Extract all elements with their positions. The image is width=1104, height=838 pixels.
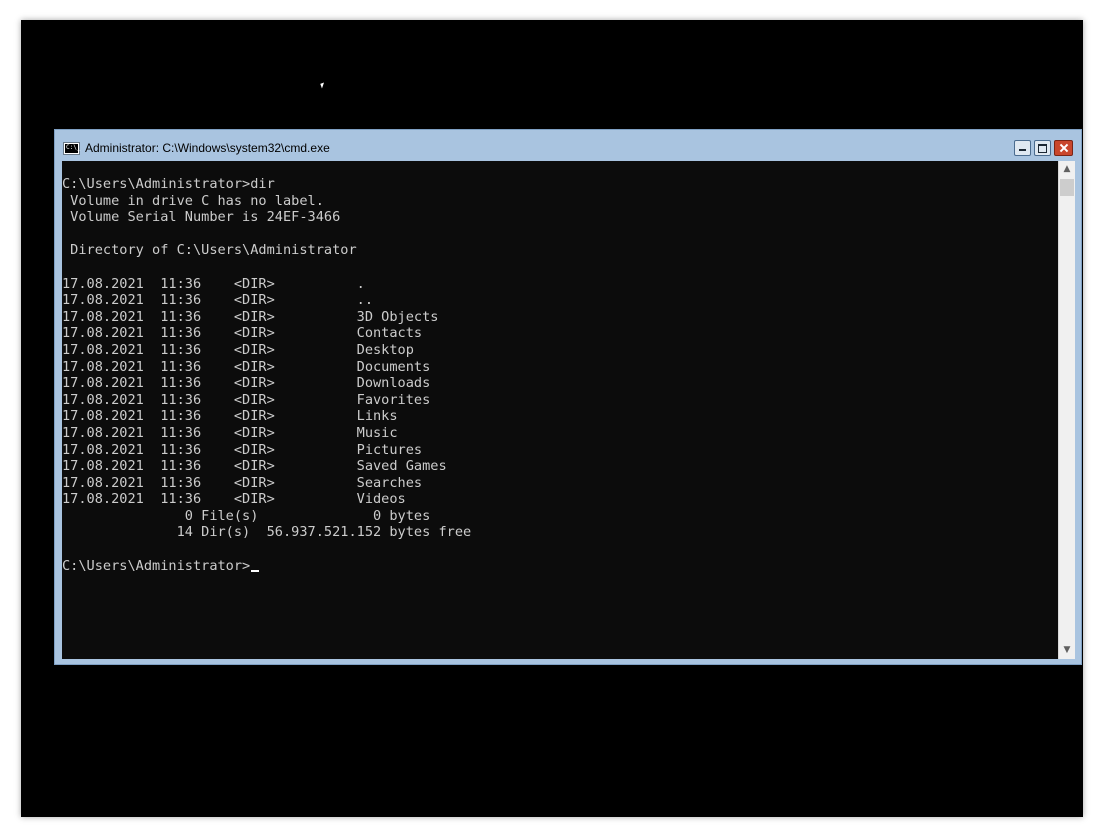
console-line: 17.08.2021 11:36 <DIR> Favorites <box>62 391 431 408</box>
console-line: 17.08.2021 11:36 <DIR> Videos <box>62 491 406 508</box>
window-title: Administrator: C:\Windows\system32\cmd.e… <box>85 141 330 155</box>
scroll-up-button[interactable]: ▲ <box>1059 161 1075 178</box>
scroll-thumb[interactable] <box>1060 179 1074 196</box>
console-line: C:\Users\Administrator>dir <box>62 176 275 192</box>
maximize-button[interactable] <box>1034 140 1051 156</box>
console-line: 17.08.2021 11:36 <DIR> Links <box>62 408 398 425</box>
console-line: Directory of C:\Users\Administrator <box>70 242 357 259</box>
console-line: 17.08.2021 11:36 <DIR> Searches <box>62 474 423 491</box>
text-caret <box>251 569 260 572</box>
console-line: Volume in drive C has no label. <box>70 192 324 209</box>
console-line: 0 File(s) 0 bytes <box>184 507 431 524</box>
command-prompt: C:\Users\Administrator> <box>62 557 251 574</box>
console-line: 17.08.2021 11:36 <DIR> 3D Objects <box>62 308 439 325</box>
console-line: 17.08.2021 11:36 <DIR> Desktop <box>62 341 414 358</box>
title-bar[interactable]: Administrator: C:\Windows\system32\cmd.e… <box>55 130 1081 161</box>
close-button[interactable] <box>1054 140 1073 156</box>
console-line: 17.08.2021 11:36 <DIR> . <box>62 275 365 292</box>
console-line: 17.08.2021 11:36 <DIR> Pictures <box>62 441 423 458</box>
console-line: 17.08.2021 11:36 <DIR> Documents <box>62 358 431 375</box>
minimize-button[interactable] <box>1014 140 1031 156</box>
cmd-icon[interactable] <box>64 143 80 154</box>
console-line: 17.08.2021 11:36 <DIR> .. <box>62 292 373 309</box>
scroll-down-button[interactable]: ▼ <box>1059 642 1075 659</box>
chevron-up-icon: ▲ <box>1063 164 1071 174</box>
chevron-down-icon: ▼ <box>1063 645 1071 655</box>
console-text: C:\Users\Administrator>dir Volume in dri… <box>62 161 1058 574</box>
mouse-pointer-icon <box>320 82 326 89</box>
console-line: 17.08.2021 11:36 <DIR> Downloads <box>62 375 431 392</box>
vertical-scrollbar[interactable]: ▲ ▼ <box>1058 161 1075 659</box>
cmd-window[interactable]: Administrator: C:\Windows\system32\cmd.e… <box>54 129 1082 665</box>
console-line: 17.08.2021 11:36 <DIR> Contacts <box>62 325 423 342</box>
console-output[interactable]: C:\Users\Administrator>dir Volume in dri… <box>62 161 1058 659</box>
console-line: 14 Dir(s) 56.937.521.152 bytes free <box>176 524 472 541</box>
console-lines: C:\Users\Administrator>dir Volume in dri… <box>62 176 471 540</box>
console-line: Volume Serial Number is 24EF-3466 <box>70 209 341 226</box>
console-line: 17.08.2021 11:36 <DIR> Music <box>62 424 398 441</box>
console-line: 17.08.2021 11:36 <DIR> Saved Games <box>62 458 447 475</box>
